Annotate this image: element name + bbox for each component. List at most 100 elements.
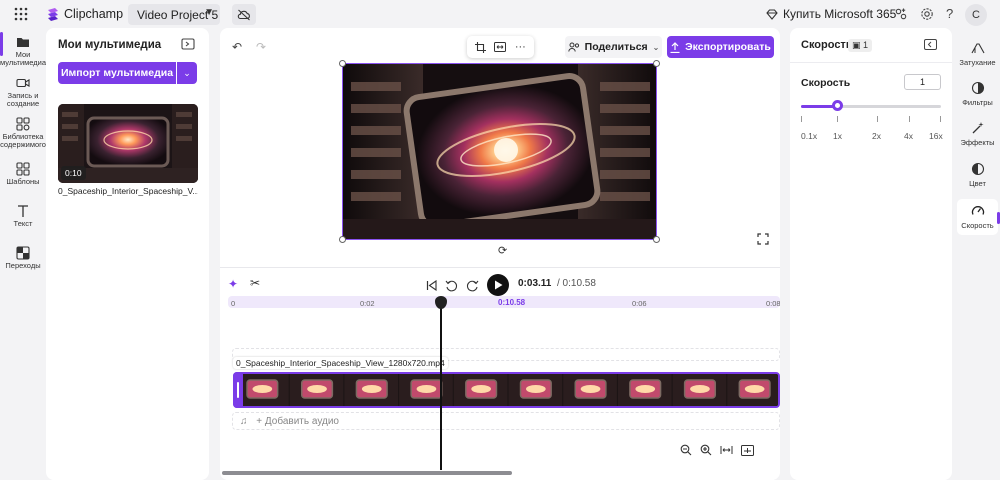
current-time: 0:03.11	[518, 278, 552, 289]
playhead[interactable]	[440, 300, 442, 470]
rail-label: Цвет	[969, 179, 986, 188]
app-launcher-icon[interactable]	[14, 7, 28, 21]
rail-item-templates[interactable]: Шаблоны	[0, 162, 46, 186]
buy-microsoft-365-button[interactable]: Купить Microsoft 365	[766, 7, 896, 21]
import-options-dropdown[interactable]: ⌄	[177, 62, 197, 84]
clip-frame	[453, 374, 508, 406]
collapse-panel-icon[interactable]	[924, 39, 937, 50]
rail-label: Запись и создание	[6, 91, 40, 108]
speed-slider-thumb[interactable]	[831, 100, 843, 111]
scale-tick	[940, 116, 941, 122]
redo-icon: ↷	[256, 40, 267, 54]
project-name-button[interactable]: Video Project 5 ▼	[128, 4, 220, 25]
media-thumbnail[interactable]: 0:10	[58, 104, 198, 183]
add-audio-label: + Добавить аудио	[256, 416, 339, 427]
rewind-5-icon[interactable]	[445, 279, 458, 292]
people-icon	[567, 42, 580, 52]
help-icon[interactable]: ?	[946, 6, 953, 21]
rail-item-record-create[interactable]: Запись и создание	[0, 76, 46, 108]
right-property-rail: Затухание Фильтры Эффекты Цвет Скорость	[955, 28, 1000, 480]
selected-clip-count: 1	[863, 40, 869, 50]
skip-to-start-icon[interactable]	[426, 279, 437, 291]
rail-item-effects[interactable]: Эффекты	[955, 121, 1000, 147]
editor-area: ↶ ↷ ··· Поделиться ⌄ Экспортировать ⟳ ✦ …	[220, 28, 780, 480]
ruler-tick-label: 0	[231, 299, 236, 308]
timeline-horizontal-scrollbar[interactable]	[222, 471, 512, 475]
buy-label: Купить Microsoft 365	[783, 7, 897, 21]
clip-frame	[508, 374, 563, 406]
library-icon	[16, 117, 30, 131]
import-media-button[interactable]: Импорт мультимедиа	[58, 62, 176, 84]
rail-item-my-media[interactable]: Мои мультимедиа	[0, 35, 46, 67]
selected-clip-badge: ▣ 1	[848, 39, 873, 52]
speed-value-input[interactable]: 1	[904, 74, 941, 90]
chevron-down-icon: ⌄	[652, 42, 660, 52]
gear-icon[interactable]	[920, 7, 934, 21]
playhead-time-label: 0:10.58	[498, 298, 526, 307]
zoom-out-icon[interactable]	[680, 444, 692, 456]
rotate-icon[interactable]: ⟳	[498, 244, 507, 257]
rail-item-speed[interactable]: Скорость	[955, 204, 1000, 230]
resize-handle-bottom-left[interactable]	[339, 236, 346, 243]
cloud-off-icon[interactable]	[232, 4, 256, 25]
clip-frame	[617, 374, 672, 406]
timeline-zoom-controls	[680, 444, 754, 456]
undo-icon[interactable]: ↶	[232, 40, 242, 54]
app-window: Clipchamp Video Project 5 ▼ Купить Micro…	[0, 0, 1000, 480]
left-nav-rail: Мои мультимедиа Запись и создание Библио…	[0, 28, 46, 480]
avatar[interactable]: C	[965, 4, 987, 26]
timeline-view-icon[interactable]	[741, 444, 754, 456]
export-button[interactable]: Экспортировать	[667, 36, 774, 58]
video-preview[interactable]	[342, 63, 657, 240]
forward-5-icon[interactable]	[466, 279, 479, 292]
color-icon	[971, 162, 984, 176]
fade-icon	[971, 43, 984, 54]
share-label: Поделиться	[584, 41, 648, 53]
resize-handle-top-left[interactable]	[339, 60, 346, 67]
rail-item-content-library[interactable]: Библиотека содержимого	[0, 117, 46, 149]
total-time: / 0:10.58	[557, 278, 596, 289]
video-clip[interactable]	[233, 372, 780, 408]
resize-handle-bottom-right[interactable]	[653, 236, 660, 243]
scale-label: 4x	[904, 131, 913, 141]
rail-item-color[interactable]: Цвет	[955, 162, 1000, 188]
media-duration-badge: 0:10	[61, 166, 86, 180]
sparkle-icon[interactable]: ✦	[228, 277, 238, 291]
fit-icon[interactable]	[494, 42, 507, 52]
templates-icon	[16, 162, 30, 176]
resize-handle-top-right[interactable]	[653, 60, 660, 67]
rail-label: Фильтры	[962, 98, 993, 107]
share-people-icon[interactable]	[894, 7, 908, 21]
clip-frame	[399, 374, 453, 406]
scissors-icon[interactable]: ✂	[250, 276, 260, 290]
clip-frame	[344, 374, 399, 406]
clip-frame	[672, 374, 727, 406]
rail-item-filters[interactable]: Фильтры	[955, 81, 1000, 107]
text-icon	[18, 205, 28, 217]
filters-icon	[971, 81, 984, 95]
clip-frame	[563, 374, 617, 406]
collapse-panel-icon[interactable]	[181, 38, 195, 50]
fullscreen-icon[interactable]	[757, 233, 769, 245]
rail-item-text[interactable]: Текст	[0, 204, 46, 228]
camera-icon	[16, 78, 30, 88]
app-name: Clipchamp	[64, 7, 124, 21]
more-options-icon[interactable]: ···	[515, 42, 526, 53]
scale-label: 0.1x	[801, 131, 818, 141]
share-button[interactable]: Поделиться ⌄	[565, 36, 662, 58]
rail-label: Шаблоны	[6, 177, 40, 186]
add-audio-button[interactable]: ♫ + Добавить аудио	[240, 416, 339, 427]
chevron-down-icon: ▼	[204, 7, 214, 18]
zoom-in-icon[interactable]	[700, 444, 712, 456]
clip-frame	[235, 374, 289, 406]
fit-to-timeline-icon[interactable]	[720, 445, 733, 455]
media-panel-title: Мои мультимедиа	[58, 39, 162, 51]
play-button[interactable]	[487, 274, 509, 296]
rail-item-transitions[interactable]: Переходы	[0, 246, 46, 270]
speed-label: Скорость	[801, 77, 851, 89]
crop-icon[interactable]	[475, 41, 487, 53]
rail-item-fade[interactable]: Затухание	[955, 41, 1000, 67]
playback-controls	[426, 274, 509, 296]
play-icon	[494, 280, 502, 290]
scale-label: 1x	[833, 131, 842, 141]
